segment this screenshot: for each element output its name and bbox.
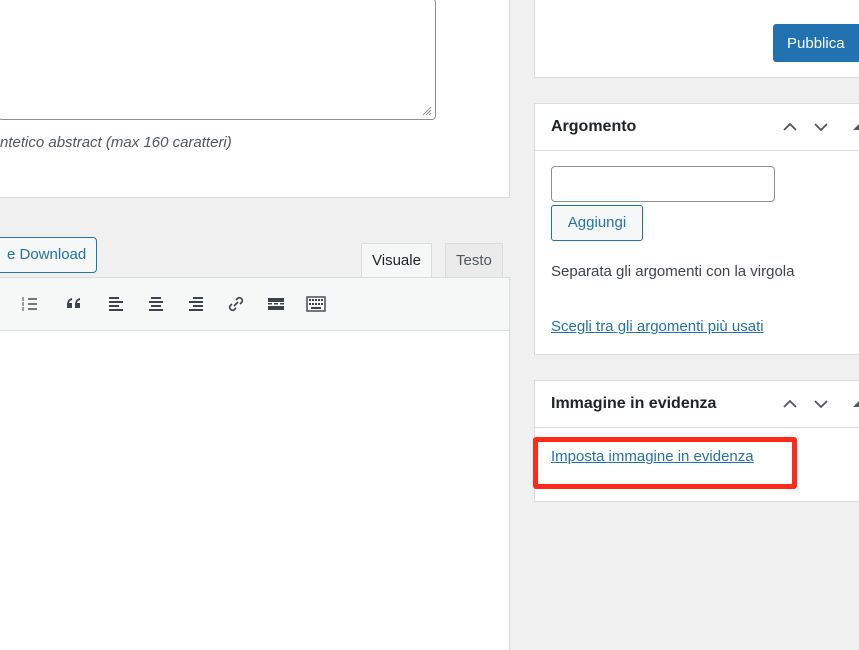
excerpt-panel: ntetico abstract (max 160 caratteri) [0,0,510,198]
topic-input[interactable] [551,166,775,202]
excerpt-textarea[interactable] [0,0,436,120]
numbered-list-icon[interactable] [18,292,42,316]
chevron-up-icon[interactable] [780,395,800,413]
topic-panel-header: Argomento [535,104,859,151]
excerpt-hint: ntetico abstract (max 160 caratteri) [0,134,232,151]
editor-area: e Download Visuale Testo [0,237,510,650]
add-topic-button[interactable]: Aggiungi [551,205,643,241]
align-left-icon[interactable] [104,292,128,316]
highlight-annotation [533,437,797,489]
editor-toolbar [0,278,509,331]
editor-content[interactable] [0,277,510,650]
publish-button[interactable]: Pubblica [773,24,859,62]
chevron-up-icon[interactable] [780,118,800,136]
toggle-panel-icon[interactable] [849,118,859,136]
featured-panel-header: Immagine in evidenza [535,381,859,428]
blockquote-icon[interactable] [62,292,86,316]
resize-handle-icon[interactable] [422,106,432,116]
align-right-icon[interactable] [184,292,208,316]
main-column: ntetico abstract (max 160 caratteri) e D… [0,0,510,650]
tab-text[interactable]: Testo [445,243,503,278]
choose-popular-topics-link[interactable]: Scegli tra gli argomenti più usati [551,318,764,335]
read-more-icon[interactable] [264,292,288,316]
featured-panel-title: Immagine in evidenza [551,395,717,412]
chevron-down-icon[interactable] [811,395,831,413]
topic-help-text: Separata gli argomenti con la virgola [551,263,795,280]
link-icon[interactable] [224,292,248,316]
chevron-down-icon[interactable] [811,118,831,136]
add-download-button[interactable]: e Download [0,237,98,273]
toggle-panel-icon[interactable] [849,395,859,413]
topic-panel-title: Argomento [551,118,637,135]
tab-visual[interactable]: Visuale [361,243,432,278]
publish-panel: Pubblica [534,0,859,78]
sidebar: Pubblica Argomento Aggiungi Separata gli… [510,0,859,649]
align-center-icon[interactable] [144,292,168,316]
topic-panel: Argomento Aggiungi Separata gli argoment… [534,103,859,355]
toolbar-toggle-icon[interactable] [304,292,328,316]
